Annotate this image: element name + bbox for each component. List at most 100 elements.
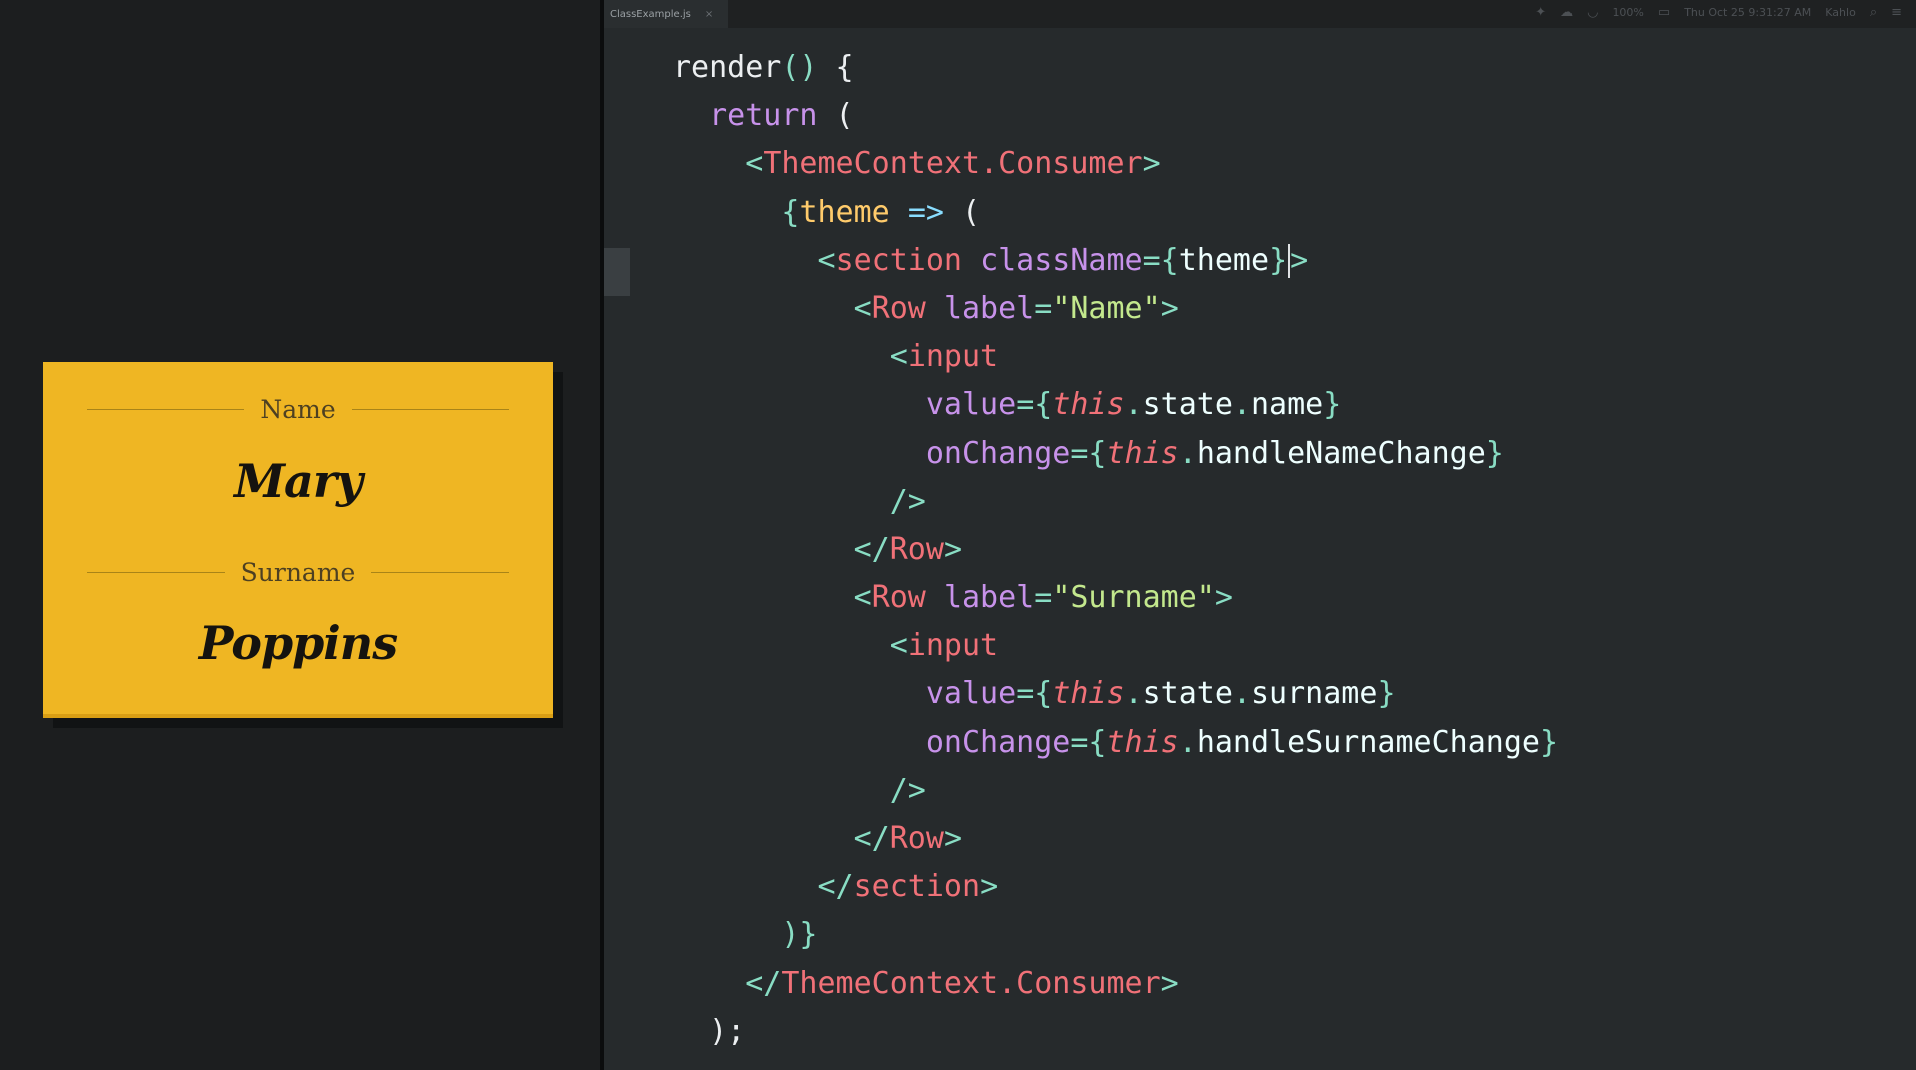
code-line[interactable]: <ThemeContext.Consumer>	[673, 140, 1558, 188]
theme-card: Name Mary Surname Poppins	[43, 362, 553, 718]
code-line[interactable]: onChange={this.handleSurnameChange}	[673, 719, 1558, 767]
code-token: return	[709, 98, 818, 134]
code-token: ={	[1070, 724, 1107, 760]
label-rule	[351, 408, 509, 410]
code-token: <	[817, 242, 836, 278]
code-editor[interactable]: ClassExample.js × ✦ ☁ ◡ 100% ▭ Thu Oct 2…	[604, 0, 1916, 1070]
code-token: section	[853, 869, 981, 905]
code-token: .	[1232, 676, 1251, 712]
code-token: >	[1160, 290, 1179, 326]
code-token: Row	[889, 821, 944, 856]
code-token: )}	[781, 917, 818, 953]
code-line[interactable]: <Row label="Name">	[673, 285, 1558, 333]
card-field-label: Surname	[87, 555, 509, 589]
code-token: (	[943, 194, 981, 230]
code-line[interactable]: />	[673, 478, 1558, 526]
code-line[interactable]: <section className={theme} >	[673, 237, 1558, 285]
code-line[interactable]: <input	[673, 333, 1558, 381]
code-token: handleSurnameChange	[1196, 724, 1540, 760]
cloud-icon[interactable]: ☁	[1560, 5, 1573, 20]
card-field-value[interactable]: Poppins	[43, 616, 553, 670]
code-line[interactable]: onChange={this.handleNameChange}	[673, 430, 1558, 478]
code-token: ={	[1016, 387, 1053, 423]
code-line[interactable]: <input	[673, 622, 1558, 670]
code-token: );	[673, 1013, 746, 1049]
code-token: Row	[889, 531, 944, 567]
code-token: <	[853, 290, 872, 326]
code-token: >	[980, 869, 999, 905]
code-token: .	[1124, 676, 1143, 712]
tab-classexample[interactable]: ClassExample.js ×	[604, 0, 728, 28]
code-token: name	[1251, 387, 1324, 423]
code-token: ={	[1016, 676, 1053, 712]
code-token: input	[907, 339, 999, 375]
code-token: ()	[781, 50, 818, 85]
code-token: }	[1269, 242, 1288, 278]
code-token: />	[889, 772, 926, 808]
code-line[interactable]: )}	[673, 911, 1558, 959]
code-line[interactable]: />	[673, 767, 1558, 815]
code-token: >	[1142, 146, 1161, 182]
code-token: onChange	[925, 724, 1071, 760]
code-token: >	[1160, 965, 1179, 1001]
tab-title: ClassExample.js	[610, 8, 691, 20]
app-icon[interactable]: ✦	[1535, 5, 1546, 20]
code-line[interactable]: value={this.state.name}	[673, 381, 1558, 429]
tab-close-icon[interactable]: ×	[705, 9, 713, 20]
code-token: "Name"	[1052, 290, 1161, 326]
code-line[interactable]: value={this.state.surname}	[673, 670, 1558, 718]
code-token: =>	[907, 194, 944, 230]
code-token: this	[1052, 387, 1125, 423]
code-token: />	[889, 483, 926, 519]
code-line[interactable]: </Row>	[673, 815, 1558, 863]
code-token: label	[943, 290, 1035, 326]
code-token: >	[1214, 580, 1233, 616]
code-content[interactable]: render() { return ( <ThemeContext.Consum…	[673, 44, 1558, 1056]
code-line[interactable]: <Row label="Surname">	[673, 574, 1558, 622]
search-icon[interactable]: ⌕	[1870, 5, 1877, 20]
code-token: <	[889, 628, 908, 664]
code-token: .	[1124, 387, 1143, 423]
menu-bar-status: ✦ ☁ ◡ 100% ▭ Thu Oct 25 9:31:27 AM Kahlo…	[1535, 0, 1902, 24]
code-line[interactable]: </ThemeContext.Consumer>	[673, 960, 1558, 1008]
label-rule	[87, 571, 225, 573]
wifi-icon[interactable]: ◡	[1587, 5, 1598, 20]
code-token: className	[980, 242, 1143, 278]
code-token: ThemeContext.Consumer	[763, 146, 1143, 182]
battery-icon[interactable]: ▭	[1658, 5, 1670, 20]
card-field-value[interactable]: Mary	[43, 454, 553, 508]
code-line[interactable]: {theme => (	[673, 189, 1558, 237]
battery-percent: 100%	[1612, 5, 1644, 19]
code-token: >	[943, 821, 962, 856]
user-name[interactable]: Kahlo	[1825, 6, 1856, 19]
code-token: theme	[799, 194, 890, 230]
card-label-text: Surname	[240, 557, 356, 587]
code-token: this	[1106, 435, 1179, 471]
code-line[interactable]: render() {	[673, 44, 1558, 92]
code-line[interactable]: </Row>	[673, 526, 1558, 574]
code-line[interactable]: return (	[673, 92, 1558, 140]
code-token: ={	[1142, 242, 1179, 278]
card-label-text: Name	[260, 394, 336, 424]
code-token: state	[1142, 387, 1233, 423]
code-token: (	[817, 98, 854, 134]
code-token: "Surname"	[1052, 580, 1215, 616]
menu-list-icon[interactable]: ≡	[1891, 5, 1902, 20]
code-token: </	[853, 821, 890, 856]
code-line[interactable]: );	[673, 1008, 1558, 1056]
code-token: surname	[1251, 676, 1378, 712]
code-line[interactable]: </section>	[673, 863, 1558, 911]
label-rule	[371, 571, 509, 573]
code-token: .	[1232, 387, 1251, 423]
code-token: }	[1485, 435, 1504, 471]
